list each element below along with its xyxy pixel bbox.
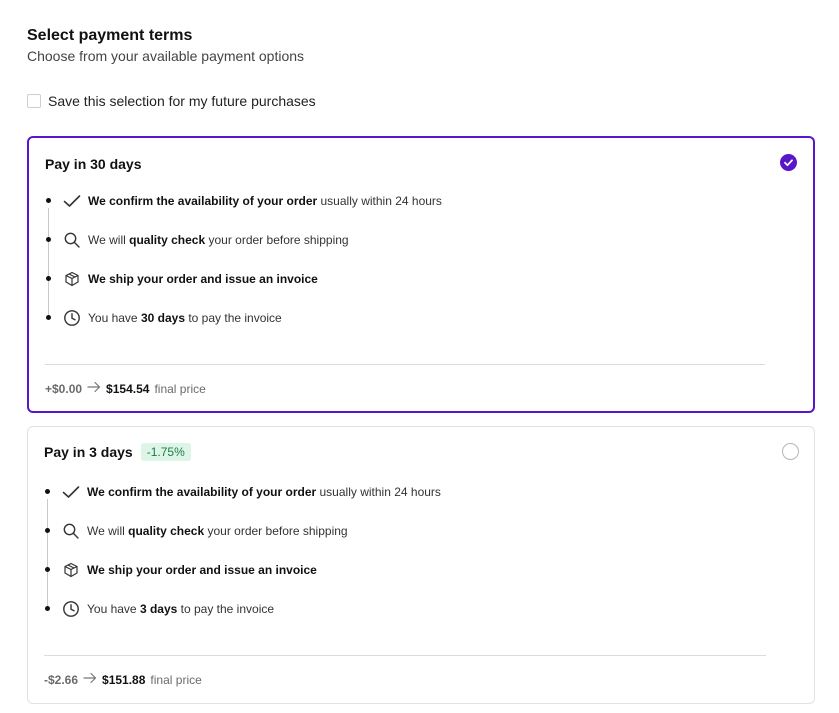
- check-icon: [62, 192, 82, 210]
- timeline-bullet: [45, 528, 50, 533]
- option-title: Pay in 30 days: [45, 156, 142, 172]
- option-title-row: Pay in 3 days -1.75%: [44, 443, 191, 461]
- timeline-line: [47, 499, 48, 609]
- timeline-bullet: [46, 276, 51, 281]
- price-divider: [44, 655, 766, 656]
- option-title: Pay in 3 days: [44, 444, 133, 460]
- step-confirm-availability: We confirm the availability of your orde…: [62, 192, 442, 210]
- price-final: $151.88: [102, 672, 146, 687]
- save-selection-row[interactable]: Save this selection for my future purcha…: [27, 93, 316, 109]
- price-suffix: final price: [150, 672, 202, 687]
- timeline-bullet: [46, 198, 51, 203]
- search-icon: [62, 231, 82, 249]
- step-quality-check: We will quality check your order before …: [61, 522, 348, 540]
- save-selection-checkbox[interactable]: [27, 94, 41, 108]
- check-icon: [61, 483, 81, 501]
- search-icon: [61, 522, 81, 540]
- page-title: Select payment terms: [27, 27, 193, 44]
- timeline-bullet: [45, 489, 50, 494]
- package-icon: [61, 561, 81, 579]
- timeline-bullet: [46, 315, 51, 320]
- timeline-bullet: [46, 237, 51, 242]
- step-confirm-availability: We confirm the availability of your orde…: [61, 483, 441, 501]
- step-ship-invoice: We ship your order and issue an invoice: [62, 270, 318, 288]
- payment-option-3-days[interactable]: Pay in 3 days -1.75% We confirm the avai…: [27, 426, 815, 704]
- timeline-line: [48, 208, 49, 318]
- discount-badge: -1.75%: [140, 443, 191, 461]
- price-summary: +$0.00 $154.54 final price: [45, 381, 206, 396]
- page-header: Select payment terms Choose from your av…: [27, 26, 304, 65]
- option-title-row: Pay in 30 days: [45, 156, 142, 172]
- page-subtitle: Choose from your available payment optio…: [27, 48, 305, 64]
- clock-icon: [61, 600, 81, 618]
- step-pay-invoice: You have 3 days to pay the invoice: [61, 600, 274, 618]
- option-radio-unselected[interactable]: [782, 443, 799, 460]
- step-pay-invoice: You have 30 days to pay the invoice: [62, 309, 282, 327]
- package-icon: [62, 270, 82, 288]
- price-divider: [45, 364, 765, 365]
- arrow-right-icon: [83, 672, 97, 687]
- step-quality-check: We will quality check your order before …: [62, 231, 349, 249]
- price-final: $154.54: [106, 381, 150, 396]
- option-radio-selected[interactable]: [780, 154, 797, 171]
- price-delta: -$2.66: [44, 672, 79, 687]
- arrow-right-icon: [87, 381, 101, 396]
- price-suffix: final price: [154, 381, 206, 396]
- checkmark-icon: [784, 159, 793, 167]
- price-delta: +$0.00: [45, 381, 83, 396]
- timeline-bullet: [45, 606, 50, 611]
- step-ship-invoice: We ship your order and issue an invoice: [61, 561, 317, 579]
- payment-option-30-days[interactable]: Pay in 30 days We confirm the availabili…: [27, 136, 815, 413]
- price-summary: -$2.66 $151.88 final price: [44, 672, 202, 687]
- clock-icon: [62, 309, 82, 327]
- timeline-bullet: [45, 567, 50, 572]
- save-selection-label[interactable]: Save this selection for my future purcha…: [48, 93, 316, 109]
